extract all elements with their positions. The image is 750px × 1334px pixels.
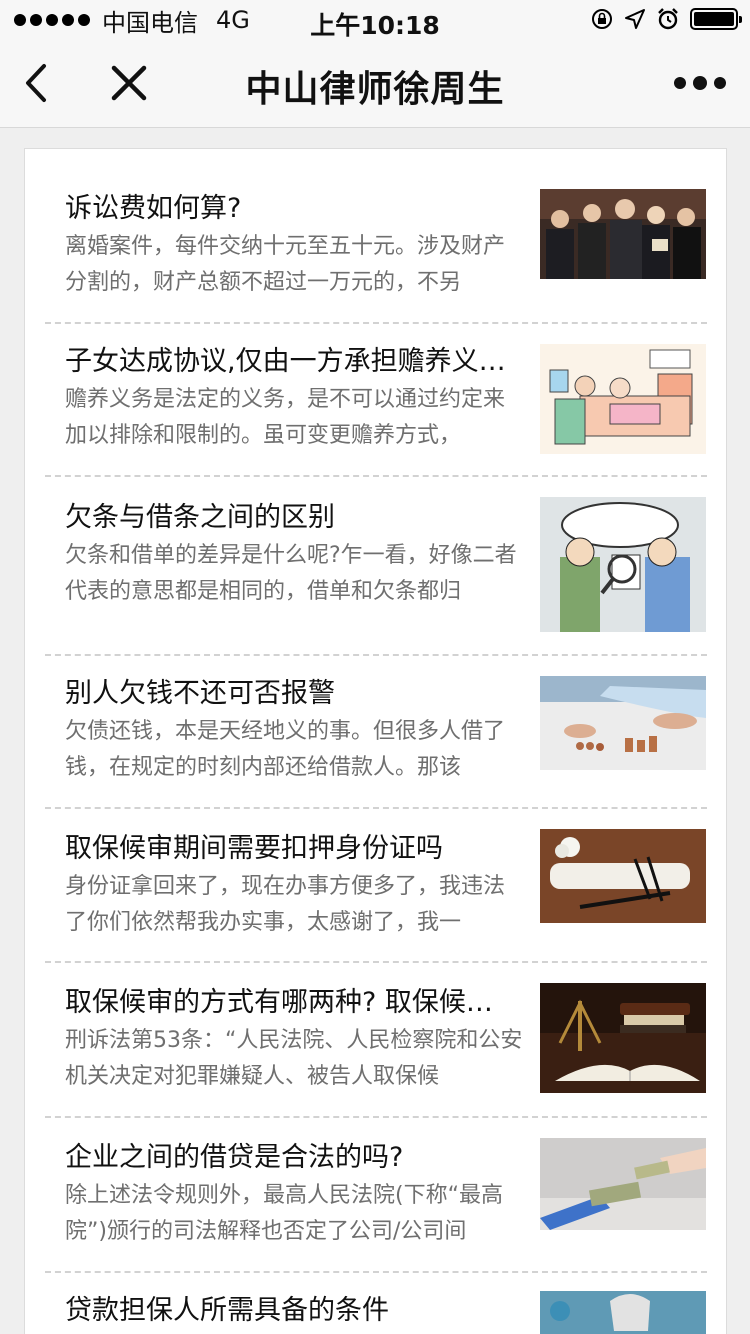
article-item[interactable]: 欠条与借条之间的区别 欠条和借单的差异是什么呢?乍一看，好像二者代表的意思都是相… [45, 477, 707, 656]
nav-bar: 中山律师徐周生 [0, 40, 750, 128]
article-item[interactable]: 取保候审期间需要扣押身份证吗 身份证拿回来了，现在办事方便多了，我违法了你们依然… [45, 809, 707, 963]
status-bar: 中国电信 4G 上午10:18 [0, 0, 750, 40]
article-thumbnail [540, 1138, 706, 1230]
article-summary: 离婚案件，每件交纳十元至五十元。涉及财产分割的，财产总额不超过一万元的，不另 [65, 234, 506, 295]
article-summary: 赡养义务是法定的义务，是不可以通过约定来加以排除和限制的。虽可变更赡养方式， [65, 387, 506, 448]
article-item[interactable]: 企业之间的借贷是合法的吗? 除上述法令规则外，最高人民法院(下称“最高院”)颁行… [45, 1118, 707, 1273]
location-arrow-icon [625, 9, 645, 29]
article-list: 诉讼费如何算? 离婚案件，每件交纳十元至五十元。涉及财产分割的，财产总额不超过一… [24, 148, 727, 1334]
article-summary: 欠条和借单的差异是什么呢?乍一看，好像二者代表的意思都是相同的，借单和欠条都归 [65, 543, 517, 604]
back-button[interactable] [14, 58, 64, 108]
article-summary: 欠债还钱，本是天经地义的事。但很多人借了钱，在规定的时刻内部还给借款人。那该 [65, 719, 506, 780]
article-title: 贷款担保人所需具备的条件 [65, 1295, 389, 1326]
article-title: 取保候审期间需要扣押身份证吗 [65, 833, 443, 864]
more-button[interactable] [670, 58, 730, 108]
article-item[interactable]: 诉讼费如何算? 离婚案件，每件交纳十元至五十元。涉及财产分割的，财产总额不超过一… [45, 149, 707, 324]
battery-icon [690, 8, 742, 30]
article-title: 子女达成协议,仅由一方承担赡养义… [65, 346, 506, 377]
alarm-icon [658, 8, 678, 30]
article-item[interactable]: 别人欠钱不还可否报警 欠债还钱，本是天经地义的事。但很多人借了钱，在规定的时刻内… [45, 656, 707, 809]
chevron-left-icon [26, 64, 46, 102]
article-thumbnail [540, 829, 706, 923]
more-dots-icon [674, 76, 726, 90]
article-item[interactable]: 子女达成协议,仅由一方承担赡养义… 赡养义务是法定的义务，是不可以通过约定来加以… [45, 324, 707, 477]
article-title: 企业之间的借贷是合法的吗? [65, 1142, 404, 1173]
article-item[interactable]: 贷款担保人所需具备的条件 [45, 1273, 707, 1334]
close-button[interactable] [104, 58, 154, 108]
article-thumbnail [540, 676, 706, 770]
article-summary: 刑诉法第53条：“人民法院、人民检察院和公安机关决定对犯罪嫌疑人、被告人取保候 [65, 1028, 523, 1089]
article-thumbnail [540, 497, 706, 632]
article-title: 诉讼费如何算? [65, 193, 242, 224]
article-summary: 身份证拿回来了，现在办事方便多了，我违法了你们依然帮我办实事，太感谢了，我一 [65, 874, 506, 935]
article-thumbnail [540, 1291, 706, 1334]
article-title: 欠条与借条之间的区别 [65, 502, 335, 533]
page-title: 中山律师徐周生 [245, 69, 505, 110]
orientation-lock-icon [592, 9, 612, 29]
article-thumbnail [540, 189, 706, 279]
close-icon [111, 65, 147, 101]
status-right [590, 7, 742, 31]
article-summary: 除上述法令规则外，最高人民法院(下称“最高院”)颁行的司法解释也否定了公司/公司… [65, 1183, 503, 1244]
article-thumbnail [540, 983, 706, 1093]
article-thumbnail [540, 344, 706, 454]
article-item[interactable]: 取保候审的方式有哪两种? 取保候… 刑诉法第53条：“人民法院、人民检察院和公安… [45, 963, 707, 1118]
article-title: 取保候审的方式有哪两种? 取保候… [65, 987, 493, 1018]
article-title: 别人欠钱不还可否报警 [65, 678, 335, 709]
